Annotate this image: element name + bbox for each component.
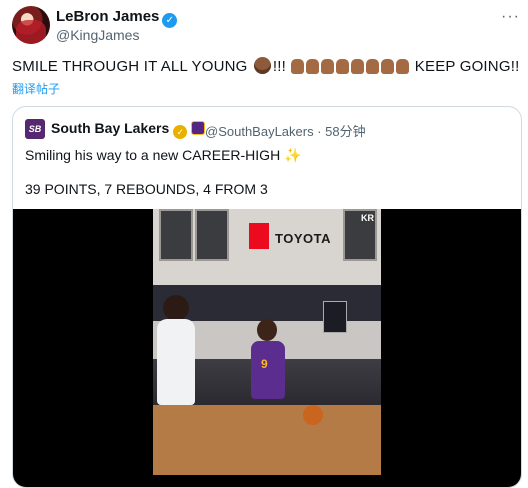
tweet-text: SMILE THROUGH IT ALL YOUNG !!! KEEP GOIN…	[12, 57, 519, 75]
avatar[interactable]	[12, 6, 50, 44]
clap-emoji-icons	[290, 58, 410, 75]
basketball-icon	[303, 405, 323, 425]
sponsor-banner-text: TOYOTA	[275, 231, 331, 246]
jersey-number: 9	[261, 357, 268, 371]
quote-avatar[interactable]: SB	[25, 119, 45, 139]
court-floor	[153, 405, 381, 475]
tweet-text-part2: !!!	[272, 58, 287, 75]
clap-emoji-icon	[366, 59, 380, 74]
player-head	[257, 319, 277, 341]
quote-author-name[interactable]: South Bay Lakers ✓	[51, 120, 206, 139]
lakers-player	[251, 341, 285, 399]
clap-emoji-icon	[291, 59, 305, 74]
quote-text-line2: 39 POINTS, 7 REBOUNDS, 4 FROM 3	[25, 181, 268, 197]
gold-verified-badge-icon: ✓	[173, 125, 188, 139]
quote-line1-text: Smiling his way to a new CAREER-HIGH	[25, 147, 281, 163]
clap-emoji-icon	[321, 59, 335, 74]
video-player[interactable]: TOYOTA 9 KR	[13, 209, 521, 487]
tweet-text-part1: SMILE THROUGH IT ALL YOUNG	[12, 58, 248, 75]
clap-emoji-icon	[351, 59, 365, 74]
kings-shield-icon	[323, 301, 347, 333]
defender-head	[163, 295, 189, 321]
translate-post-link[interactable]: 翻译帖子	[12, 80, 60, 97]
toyota-logo-icon	[249, 223, 269, 249]
defender-player	[157, 319, 195, 405]
clap-emoji-icon	[306, 59, 320, 74]
more-options-icon[interactable]: ···	[501, 8, 520, 26]
clap-emoji-icon	[381, 59, 395, 74]
quote-text-line1: Smiling his way to a new CAREER-HIGH ✨	[25, 147, 302, 164]
quoted-tweet-card[interactable]: SB South Bay Lakers ✓ @SouthBayLakers · 5…	[12, 106, 522, 488]
tweet-text-part3: KEEP GOING!!	[414, 58, 520, 75]
quote-handle-time: @SouthBayLakers · 58分钟	[205, 124, 366, 139]
video-frame[interactable]: TOYOTA 9 KR	[153, 209, 381, 475]
sparkle-emoji-icon: ✨	[284, 147, 302, 163]
author-handle[interactable]: @KingJames	[56, 27, 139, 43]
quote-author-name-text[interactable]: South Bay Lakers	[51, 120, 169, 136]
verified-badge-icon: ✓	[162, 13, 178, 28]
face-emoji-icon	[253, 57, 271, 74]
clap-emoji-icon	[336, 59, 350, 74]
arena-window	[195, 209, 229, 261]
clap-emoji-icon	[396, 59, 410, 74]
author-name-text[interactable]: LeBron James	[56, 8, 159, 25]
author-name[interactable]: LeBron James ✓	[56, 8, 178, 28]
arena-window	[159, 209, 193, 261]
affiliate-badge-icon	[191, 121, 206, 135]
watermark: KR	[361, 213, 374, 223]
